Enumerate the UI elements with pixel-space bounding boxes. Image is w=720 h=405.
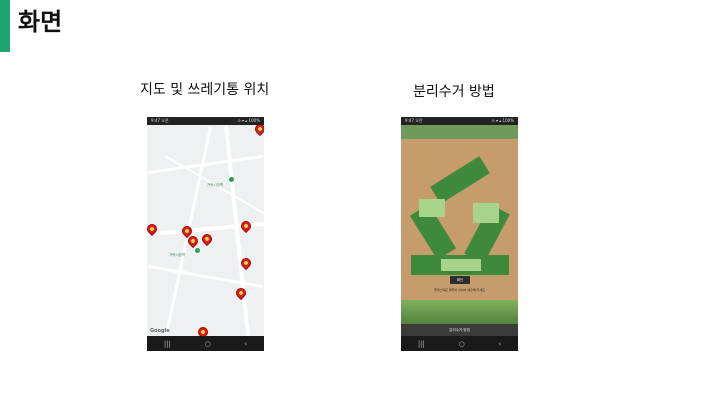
landscape-cutout [441,259,481,271]
map-phone-screenshot: 9:47 오전 ⊙ ▾ ▴ 100% 가락시장역 가락시장역 ◎ Google … [147,117,264,351]
poi-marker[interactable] [195,248,200,253]
home-icon[interactable]: ○ [205,340,211,348]
slide-title: 화면 [18,8,63,36]
poi-marker[interactable] [229,177,234,182]
recycling-description: 플라스틱은 깨끗이 씻어서 배출해 주세요 [434,288,485,292]
confirm-button[interactable]: 확인 [450,276,470,284]
map-view[interactable]: 가락시장역 가락시장역 ◎ Google [147,125,264,336]
back-icon[interactable]: ‹ [244,340,247,348]
landscape-cutout [473,203,499,223]
map-caption: 지도 및 쓰레기통 위치 [140,82,270,98]
home-icon[interactable]: ○ [459,340,465,348]
status-time: 9:47 오전 [151,118,169,123]
status-icons: ⊙ ▾ ▴ 100% [491,118,514,123]
android-nav-bar: ||| ○ ‹ [401,336,518,351]
back-icon[interactable]: ‹ [498,340,501,348]
recycling-phone-screenshot: 9:47 오전 ⊙ ▾ ▴ 100% 확인 플라스틱은 깨끗이 씻어서 배출해 … [401,117,518,351]
poi-label: 가락시장역 [207,183,224,187]
recycling-bottom-button[interactable]: 분리수거 방법 [401,324,518,336]
compass-icon[interactable]: ◎ [256,129,261,136]
status-bar: 9:47 오전 ⊙ ▾ ▴ 100% [147,117,264,125]
recycling-view: 확인 플라스틱은 깨끗이 씻어서 배출해 주세요 분리수거 방법 [401,125,518,336]
status-icons: ⊙ ▾ ▴ 100% [237,118,260,123]
status-time: 9:47 오전 [405,118,423,123]
recent-apps-icon[interactable]: ||| [418,340,425,348]
poi-label: 가락시장역 [169,253,186,257]
foliage-top [401,125,518,139]
android-nav-bar: ||| ○ ‹ [147,336,264,351]
google-logo: Google [150,328,170,334]
landscape-cutout [419,199,445,217]
recent-apps-icon[interactable]: ||| [164,340,171,348]
recycling-caption: 분리수거 방법 [413,84,495,100]
accent-bar [0,0,10,52]
status-bar: 9:47 오전 ⊙ ▾ ▴ 100% [401,117,518,125]
